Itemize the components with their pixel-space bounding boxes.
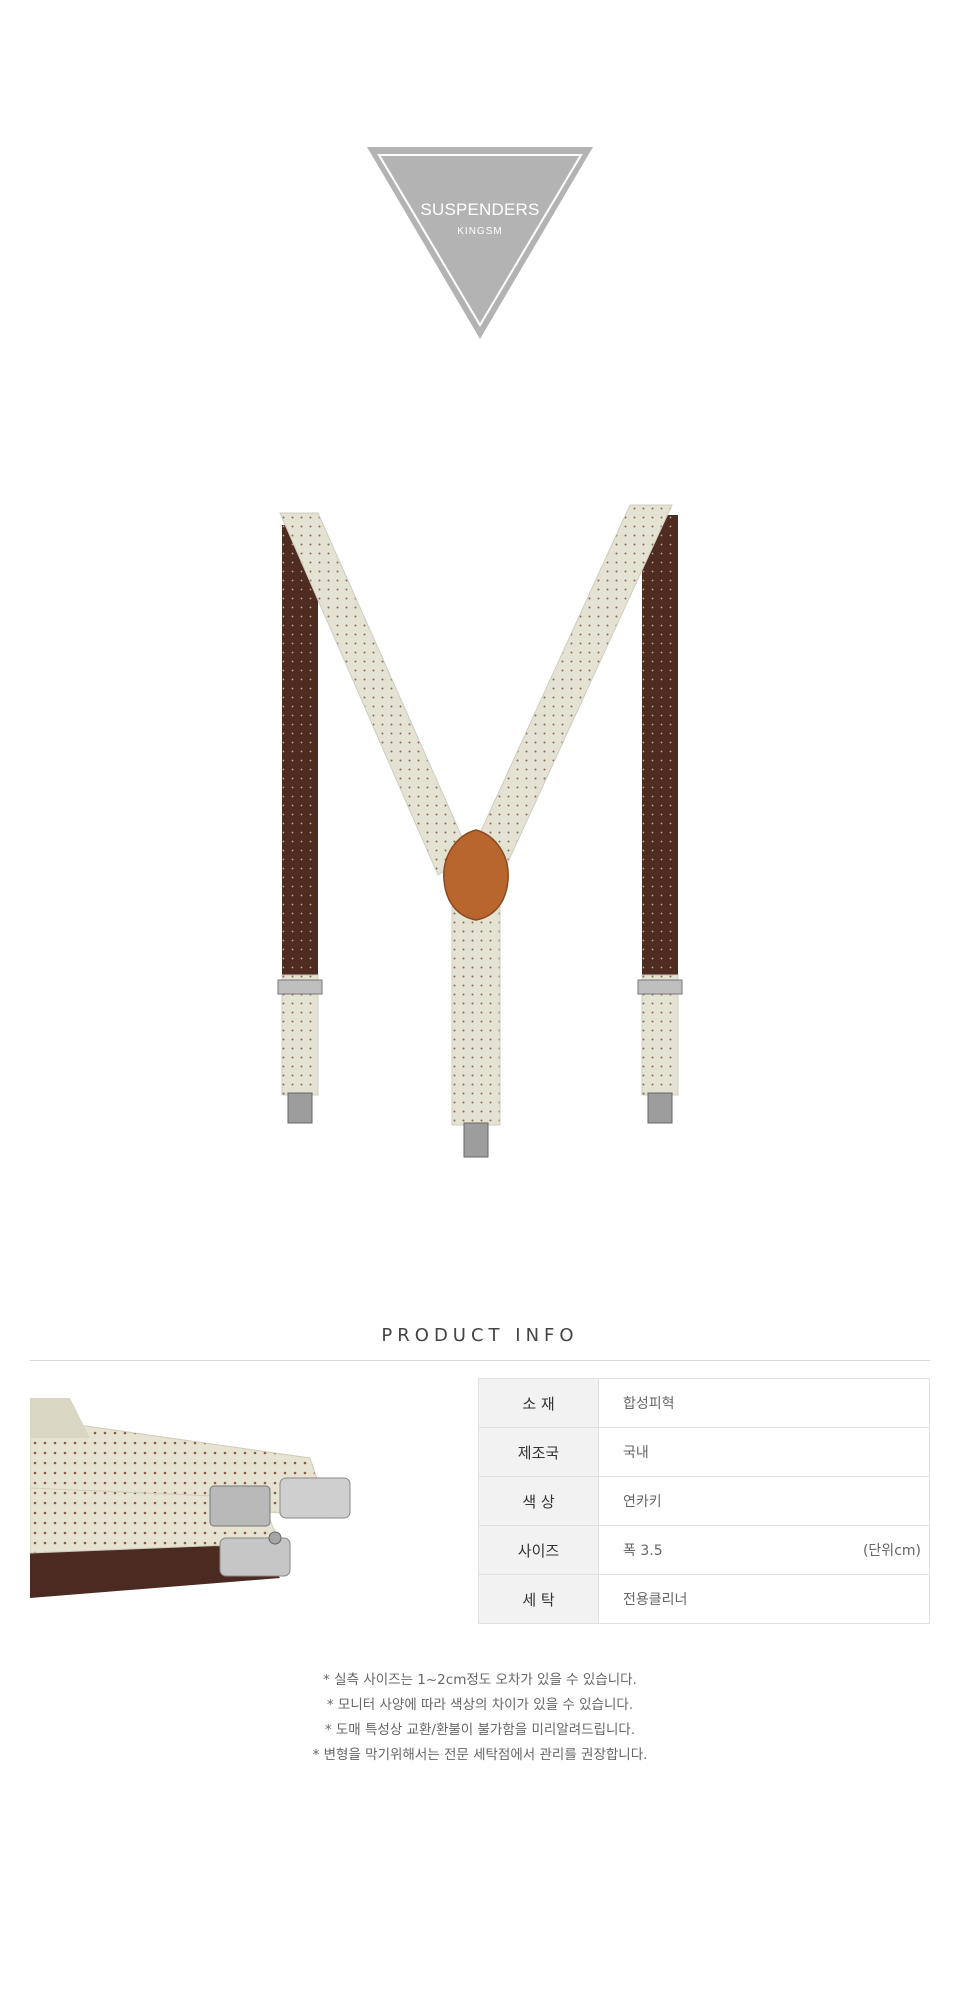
spec-value-text: 연카키 xyxy=(623,1494,662,1510)
spec-label: 제조국 xyxy=(478,1427,599,1477)
logo-triangle xyxy=(367,147,593,339)
spec-label: 세 탁 xyxy=(478,1574,599,1624)
spec-row-material: 소 재 합성피혁 xyxy=(478,1378,930,1428)
notice-item: * 도매 특성상 교환/환불이 불가함을 미리알려드립니다. xyxy=(324,1722,636,1738)
spec-table: 소 재 합성피혁 제조국 국내 색 상 연카키 사이즈 폭 3.5 (단위cm) … xyxy=(478,1378,930,1624)
spec-label: 사이즈 xyxy=(478,1525,599,1575)
product-photo-suspenders xyxy=(277,504,683,1158)
logo-subtitle: KINGSM xyxy=(457,226,503,237)
detail-photo-clips xyxy=(30,1398,351,1598)
spec-row-washing: 세 탁 전용클리너 xyxy=(478,1574,930,1624)
spec-value: 연카키 xyxy=(598,1476,930,1526)
spec-value-text: 폭 3.5 xyxy=(623,1543,663,1559)
spec-value-text: 전용클리너 xyxy=(623,1592,688,1608)
spec-value-text: 국내 xyxy=(623,1445,649,1461)
section-title-product-info: PRODUCT INFO xyxy=(381,1325,579,1346)
spec-value: 합성피혁 xyxy=(598,1378,930,1428)
spec-value: 국내 xyxy=(598,1427,930,1477)
spec-label: 색 상 xyxy=(478,1476,599,1526)
spec-row-color: 색 상 연카키 xyxy=(478,1476,930,1526)
notice-item: * 변형을 막기위해서는 전문 세탁점에서 관리를 권장합니다. xyxy=(312,1747,648,1763)
notice-item: * 모니터 사양에 따라 색상의 차이가 있을 수 있습니다. xyxy=(326,1697,634,1713)
notice-list: * 실측 사이즈는 1~2cm정도 오차가 있을 수 있습니다. * 모니터 사… xyxy=(0,1668,960,1768)
section-divider xyxy=(30,1360,930,1361)
spec-value-text: 합성피혁 xyxy=(623,1396,675,1412)
spec-label: 소 재 xyxy=(478,1378,599,1428)
spec-unit: (단위cm) xyxy=(862,1543,921,1559)
spec-value: 폭 3.5 (단위cm) xyxy=(598,1525,930,1575)
notice-item: * 실측 사이즈는 1~2cm정도 오차가 있을 수 있습니다. xyxy=(323,1672,637,1688)
spec-row-size: 사이즈 폭 3.5 (단위cm) xyxy=(478,1525,930,1575)
spec-value: 전용클리너 xyxy=(598,1574,930,1624)
logo-title: SUSPENDERS xyxy=(420,200,540,219)
spec-row-origin: 제조국 국내 xyxy=(478,1427,930,1477)
